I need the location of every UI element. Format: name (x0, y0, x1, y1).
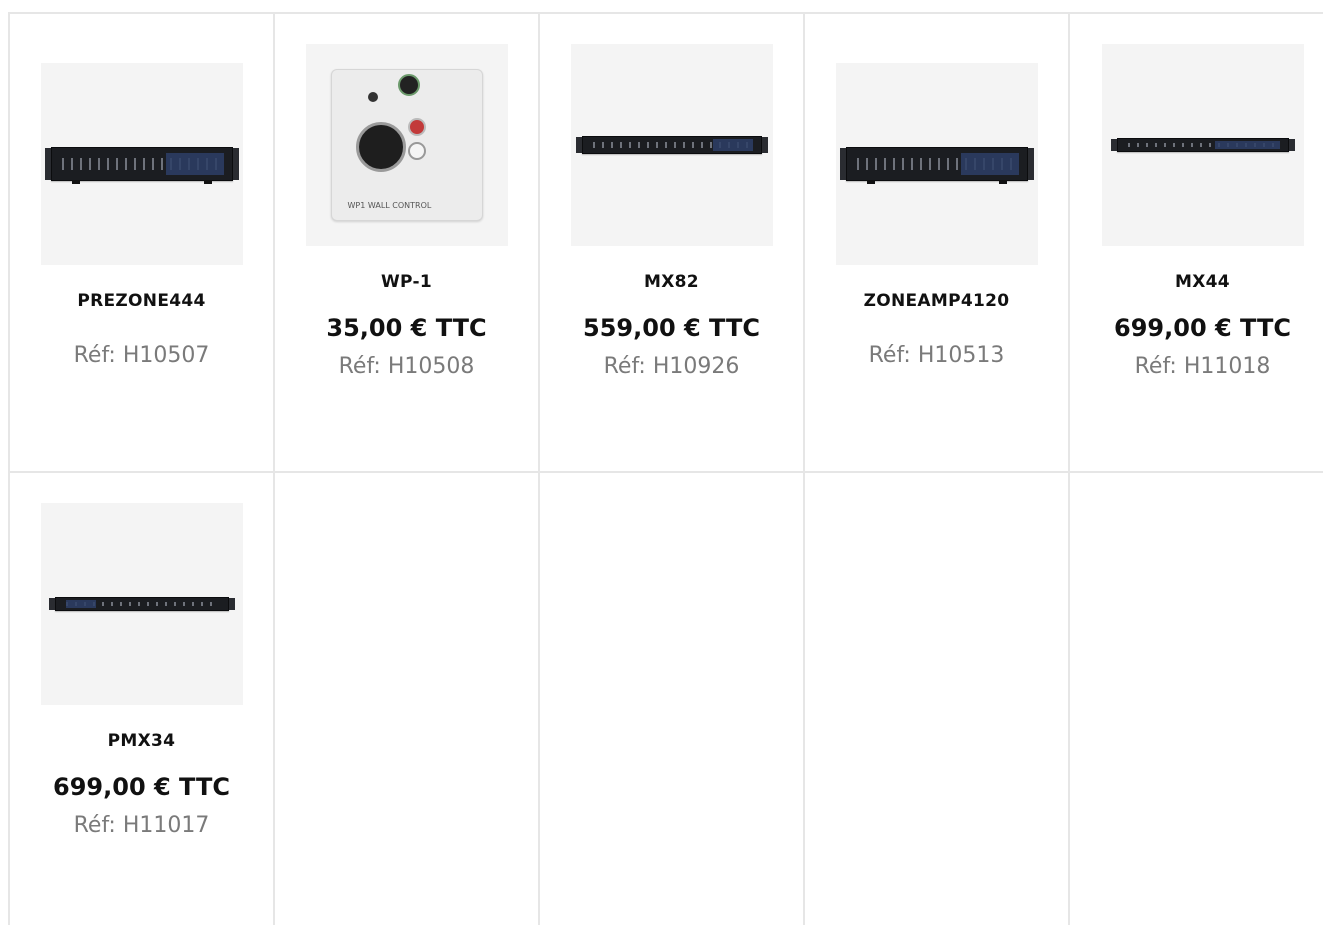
product-cell: MX44 699,00 € TTC Réf: H11018 (1070, 14, 1323, 473)
rack-mixer-image (1110, 138, 1295, 152)
product-ref: Réf: H10508 (338, 354, 475, 379)
product-image[interactable] (1101, 44, 1304, 246)
product-image[interactable] (40, 503, 243, 705)
product-price: 699,00 € TTC (53, 773, 230, 801)
product-name[interactable]: PREZONE444 (77, 291, 205, 311)
product-name[interactable]: MX82 (644, 272, 699, 292)
product-name[interactable]: PMX34 (108, 731, 176, 751)
product-card-wp1[interactable]: WP1 WALL CONTROL WP-1 35,00 € TTC Réf: H… (275, 44, 538, 379)
rack-mixer-image (48, 597, 235, 611)
product-ref: Réf: H11017 (73, 813, 210, 838)
product-card-zoneamp4120[interactable]: ZONEAMP4120 Réf: H10513 (805, 63, 1068, 368)
product-ref: Réf: H10513 (868, 343, 1005, 368)
rack-mixer-image (44, 147, 239, 184)
product-cell: WP1 WALL CONTROL WP-1 35,00 € TTC Réf: H… (275, 14, 540, 473)
product-card-prezone444[interactable]: PREZONE444 Réf: H10507 (10, 63, 273, 368)
product-card-mx82[interactable]: MX82 559,00 € TTC Réf: H10926 (540, 44, 803, 379)
rack-mixer-image (839, 147, 1034, 184)
product-image[interactable] (570, 44, 773, 246)
product-name[interactable]: ZONEAMP4120 (864, 291, 1010, 311)
product-name[interactable]: MX44 (1175, 272, 1230, 292)
empty-cell (1070, 473, 1323, 925)
product-image[interactable] (40, 63, 243, 265)
product-price: 35,00 € TTC (326, 314, 487, 342)
empty-cell (540, 473, 805, 925)
product-card-mx44[interactable]: MX44 699,00 € TTC Réf: H11018 (1070, 44, 1323, 379)
product-image[interactable]: WP1 WALL CONTROL (305, 44, 508, 246)
product-cell: MX82 559,00 € TTC Réf: H10926 (540, 14, 805, 473)
product-cell: ZONEAMP4120 Réf: H10513 (805, 14, 1070, 473)
product-ref: Réf: H10507 (73, 343, 210, 368)
rack-mixer-image (575, 136, 768, 154)
product-ref: Réf: H10926 (603, 354, 740, 379)
wall-plate-image: WP1 WALL CONTROL (330, 69, 483, 221)
product-price: 699,00 € TTC (1114, 314, 1291, 342)
product-image[interactable] (835, 63, 1038, 265)
product-card-pmx34[interactable]: PMX34 699,00 € TTC Réf: H11017 (10, 503, 273, 838)
product-name[interactable]: WP-1 (381, 272, 432, 292)
product-cell: PMX34 699,00 € TTC Réf: H11017 (10, 473, 275, 925)
product-ref: Réf: H11018 (1134, 354, 1271, 379)
empty-cell (275, 473, 540, 925)
product-grid: PREZONE444 Réf: H10507 WP1 WALL CONTROL … (8, 12, 1323, 925)
plate-label: WP1 WALL CONTROL (347, 201, 432, 210)
product-cell: PREZONE444 Réf: H10507 (10, 14, 275, 473)
empty-cell (805, 473, 1070, 925)
product-price: 559,00 € TTC (583, 314, 760, 342)
